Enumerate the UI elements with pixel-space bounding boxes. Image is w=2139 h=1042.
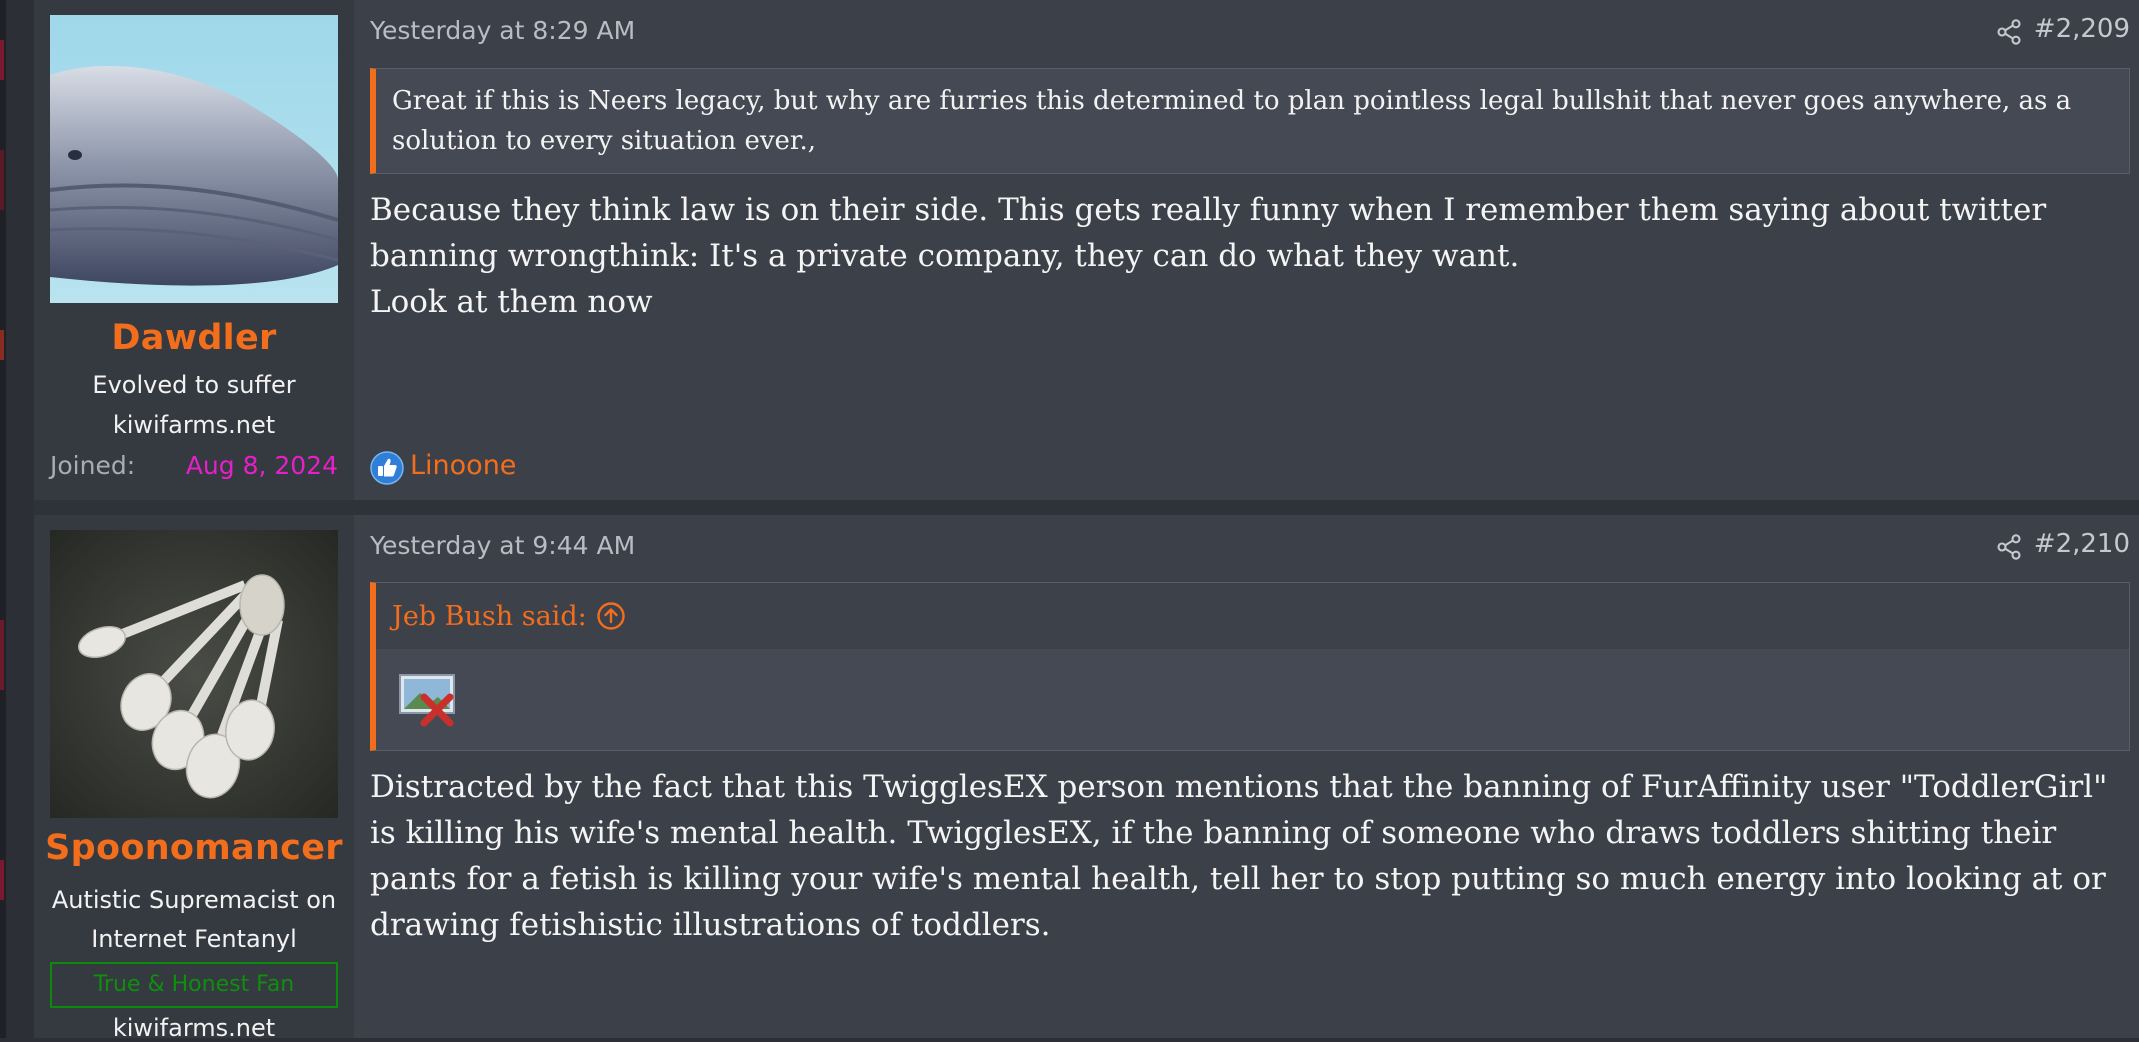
quote-header: Jeb Bush said: — [376, 583, 2129, 649]
post-body: Distracted by the fact that this Twiggle… — [370, 764, 2119, 948]
post-date[interactable]: Yesterday at 9:44 AM — [370, 531, 635, 560]
user-site: kiwifarms.net — [112, 411, 276, 439]
user-title: Evolved to suffer — [92, 371, 296, 399]
username[interactable]: Spoonomancer — [34, 828, 354, 868]
quote-block: Great if this is Neers legacy, but why a… — [370, 68, 2130, 174]
like-icon — [370, 451, 404, 485]
joined-date: Aug 8, 2024 — [185, 451, 338, 480]
user-title: Autistic Supremacist on Internet Fentany… — [51, 886, 337, 953]
joined-label: Joined: — [50, 451, 136, 480]
share-icon[interactable] — [1995, 18, 2023, 46]
post-number[interactable]: #2,210 — [2034, 529, 2130, 559]
whale-avatar[interactable] — [50, 15, 338, 303]
quote-block: Jeb Bush said: — [370, 582, 2130, 751]
window-edge — [0, 0, 6, 1038]
author-panel: Dawdler Evolved to suffer kiwifarms.net … — [34, 0, 354, 500]
post-2209: Dawdler Evolved to suffer kiwifarms.net … — [34, 0, 2139, 500]
post-main: Yesterday at 9:44 AM #2,210 Jeb Bush sai… — [370, 515, 2139, 1038]
post-date[interactable]: Yesterday at 8:29 AM — [370, 16, 635, 45]
share-icon[interactable] — [1995, 533, 2023, 561]
body-paragraph: Because they think law is on their side.… — [370, 192, 2047, 274]
quote-author-link[interactable]: Jeb Bush said: — [392, 601, 587, 632]
username[interactable]: Dawdler — [34, 318, 354, 358]
body-paragraph: Look at them now — [370, 284, 653, 320]
quote-text: Great if this is Neers legacy, but why a… — [392, 86, 2072, 156]
post-number[interactable]: #2,209 — [2034, 14, 2130, 44]
broken-image-icon[interactable] — [398, 673, 458, 729]
arrow-up-circle-icon[interactable] — [596, 601, 626, 631]
post-2210: Spoonomancer Autistic Supremacist on Int… — [34, 515, 2139, 1042]
author-panel: Spoonomancer Autistic Supremacist on Int… — [34, 515, 354, 1042]
post-separator — [34, 500, 2139, 515]
post-main: Yesterday at 8:29 AM #2,209 Great if thi… — [370, 0, 2139, 500]
spoons-avatar[interactable] — [50, 530, 338, 818]
user-banner: True & Honest Fan — [50, 962, 338, 1008]
body-paragraph: Distracted by the fact that this Twiggle… — [370, 769, 2108, 943]
post-body: Because they think law is on their side.… — [370, 187, 2119, 325]
reaction-user-link[interactable]: Linoone — [410, 450, 516, 481]
